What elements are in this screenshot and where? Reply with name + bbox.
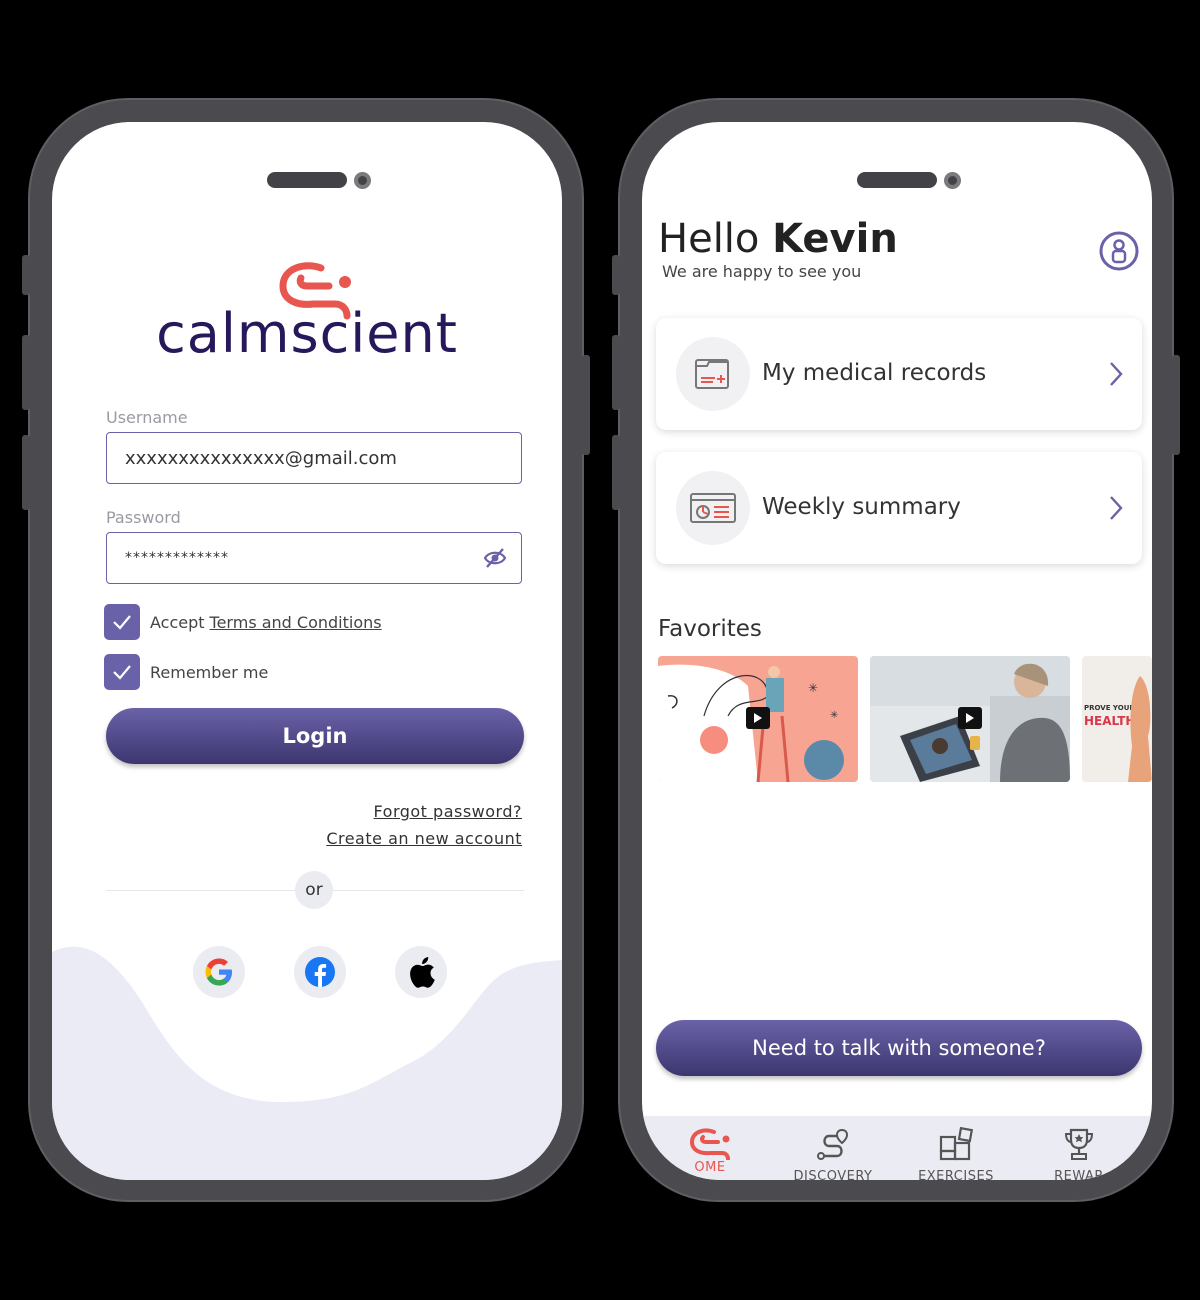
bottom-tab-bar: OME DISCOVERY EXERCISES REWAR bbox=[642, 1116, 1152, 1180]
stage: calmscient Username Password Accept bbox=[0, 0, 1200, 1300]
phone-volume-up-button bbox=[612, 335, 620, 410]
home-screen: Hello Kevin We are happy to see you My m… bbox=[642, 122, 1152, 1180]
weekly-summary-label: Weekly summary bbox=[762, 494, 961, 520]
google-login-button[interactable] bbox=[193, 946, 245, 998]
remember-me-row: Remember me bbox=[104, 654, 268, 690]
apple-icon bbox=[410, 957, 435, 988]
favorite-video-3[interactable]: PROVE YOUR HEALTH bbox=[1082, 656, 1152, 782]
speaker bbox=[857, 172, 937, 188]
forgot-password-link[interactable]: Forgot password? bbox=[374, 802, 522, 821]
greeting-word: Hello bbox=[658, 216, 760, 262]
facebook-login-button[interactable] bbox=[294, 946, 346, 998]
weekly-summary-icon bbox=[676, 471, 750, 545]
play-icon bbox=[746, 707, 770, 729]
greeting-subtitle: We are happy to see you bbox=[662, 262, 862, 281]
accept-terms-row: Accept Terms and Conditions bbox=[104, 604, 382, 640]
terms-link[interactable]: Terms and Conditions bbox=[210, 613, 382, 632]
favorite-thumbnail-3 bbox=[1128, 676, 1152, 782]
checkmark-icon bbox=[113, 615, 131, 630]
username-field[interactable] bbox=[106, 432, 522, 484]
svg-text:✳: ✳ bbox=[830, 710, 838, 721]
speaker bbox=[267, 172, 347, 188]
talk-with-someone-button[interactable]: Need to talk with someone? bbox=[656, 1020, 1142, 1076]
rewards-icon bbox=[1064, 1128, 1094, 1160]
phone-volume-down-button bbox=[612, 435, 620, 510]
phone-volume-down-button bbox=[22, 435, 30, 510]
app-logo-text: calmscient bbox=[156, 302, 458, 365]
phone-mute-button bbox=[612, 255, 620, 295]
accept-terms-checkbox[interactable] bbox=[104, 604, 140, 640]
username-input[interactable] bbox=[107, 433, 521, 483]
favorite-video-2[interactable] bbox=[870, 656, 1070, 782]
login-button[interactable]: Login bbox=[106, 708, 524, 764]
medical-records-icon bbox=[676, 337, 750, 411]
favorite-video-1[interactable]: ✳ ✳ bbox=[658, 656, 858, 782]
chevron-right-icon bbox=[1110, 496, 1123, 520]
home-logo-icon bbox=[689, 1128, 730, 1161]
phone-power-button bbox=[1172, 355, 1180, 455]
phone-login: calmscient Username Password Accept bbox=[22, 98, 590, 1202]
tab-rewards-label: REWAR bbox=[1054, 1169, 1104, 1180]
remember-me-checkbox[interactable] bbox=[104, 654, 140, 690]
facebook-icon bbox=[305, 957, 335, 987]
play-icon bbox=[958, 707, 982, 729]
or-separator: or bbox=[295, 871, 333, 909]
username-label: Username bbox=[106, 408, 188, 427]
tab-home-label: OME bbox=[694, 1160, 726, 1175]
phone-home: Hello Kevin We are happy to see you My m… bbox=[612, 98, 1180, 1202]
weekly-summary-card[interactable]: Weekly summary bbox=[656, 452, 1142, 564]
accept-label: Accept bbox=[150, 612, 205, 632]
phone-mute-button bbox=[22, 255, 30, 295]
medical-records-card[interactable]: My medical records bbox=[656, 318, 1142, 430]
medical-records-label: My medical records bbox=[762, 360, 987, 386]
login-screen: calmscient Username Password Accept bbox=[52, 122, 562, 1180]
password-field[interactable] bbox=[106, 532, 522, 584]
phone-volume-up-button bbox=[22, 335, 30, 410]
camera bbox=[354, 172, 371, 189]
password-input[interactable] bbox=[107, 533, 521, 583]
eye-slash-icon[interactable] bbox=[483, 547, 507, 569]
google-icon bbox=[205, 958, 232, 986]
greeting: Hello Kevin bbox=[658, 216, 898, 262]
discovery-icon bbox=[817, 1128, 849, 1160]
chevron-right-icon bbox=[1110, 362, 1123, 386]
tab-exercises[interactable]: EXERCISES bbox=[896, 1126, 1016, 1180]
create-account-link[interactable]: Create an new account bbox=[326, 829, 522, 848]
user-name: Kevin bbox=[772, 216, 898, 262]
checkmark-icon bbox=[113, 665, 131, 680]
camera bbox=[944, 172, 961, 189]
profile-icon[interactable] bbox=[1098, 230, 1140, 272]
svg-text:✳: ✳ bbox=[808, 681, 818, 695]
tab-home[interactable]: OME bbox=[650, 1126, 770, 1175]
tab-exercises-label: EXERCISES bbox=[918, 1169, 994, 1180]
tab-discovery-label: DISCOVERY bbox=[793, 1169, 873, 1180]
remember-me-label: Remember me bbox=[150, 662, 269, 682]
favorites-title: Favorites bbox=[658, 616, 762, 642]
tab-discovery[interactable]: DISCOVERY bbox=[773, 1126, 893, 1180]
password-label: Password bbox=[106, 508, 181, 527]
tab-rewards[interactable]: REWAR bbox=[1019, 1126, 1139, 1180]
apple-login-button[interactable] bbox=[395, 946, 447, 998]
phone-power-button bbox=[582, 355, 590, 455]
exercises-icon bbox=[939, 1126, 974, 1161]
